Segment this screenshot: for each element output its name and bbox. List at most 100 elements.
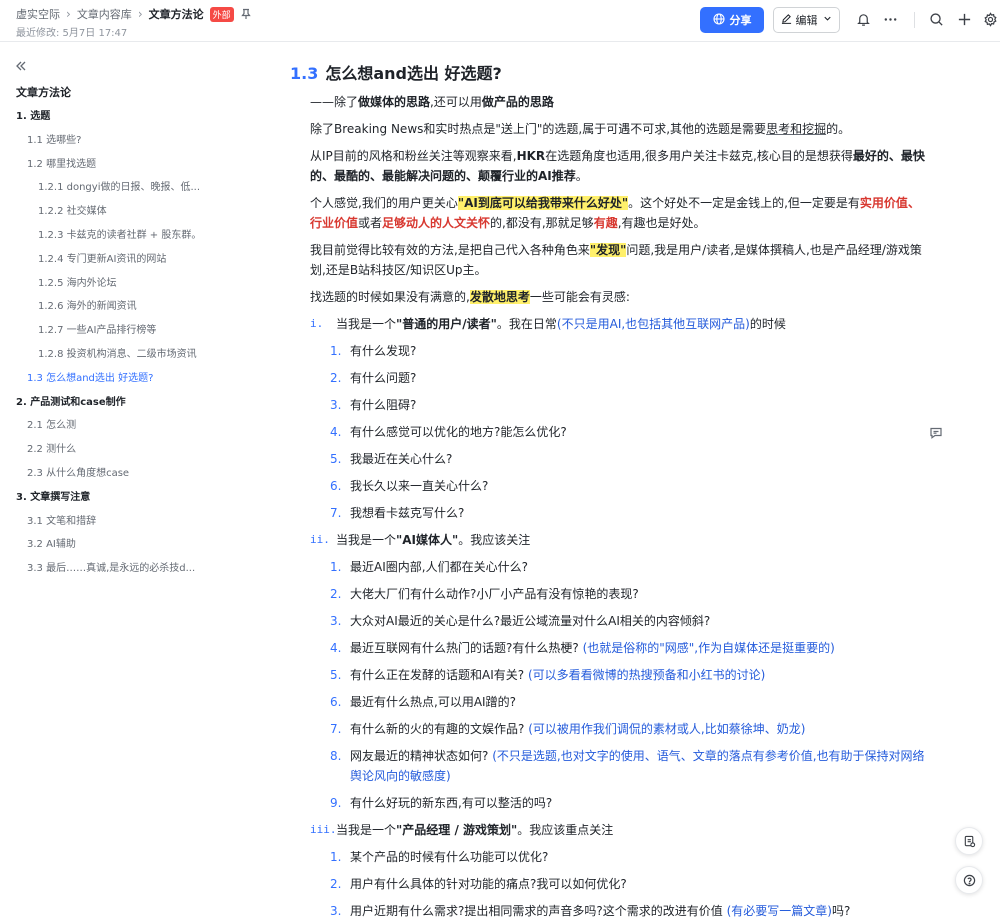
list-number: 9. — [330, 796, 342, 810]
list-number: 2. — [330, 877, 342, 891]
text: 我想看卡兹克写什么? — [350, 506, 465, 520]
toc-title[interactable]: 文章方法论 — [16, 84, 71, 100]
bell-icon[interactable] — [854, 10, 872, 28]
toc-item[interactable]: 1.2.5 海内外论坛 — [0, 272, 240, 296]
roman-list-item: iii. 当我是一个"产品经理 / 游戏策划"。我应该重点关注 — [310, 820, 930, 840]
toc-item[interactable]: 1.1 选哪些? — [0, 129, 240, 153]
toc-item[interactable]: 1.3 怎么想and选出 好选题? — [0, 367, 240, 391]
text: 从IP目前的风格和粉丝关注等观察来看, — [310, 149, 517, 163]
list-item: 2. 用户有什么具体的针对功能的痛点?我可以如何优化? — [330, 874, 930, 894]
numbered-list: 1. 某个产品的时候有什么功能可以优化? 2. 用户有什么具体的针对功能的痛点?我可… — [330, 847, 930, 921]
list-text: 大众对AI最近的关心是什么?最近公域流量对什么AI相关的内容倾斜? — [350, 611, 710, 631]
list-text: 最近互联网有什么热门的话题?有什么热梗? (也就是俗称的"网感",作为自媒体还是… — [350, 638, 835, 658]
list-item: 2. 大佬大厂们有什么动作?小厂小产品有没有惊艳的表现? — [330, 584, 930, 604]
list-text: 大佬大厂们有什么动作?小厂小产品有没有惊艳的表现? — [350, 584, 639, 604]
search-icon[interactable] — [927, 10, 945, 28]
text: 有什么正在发酵的话题和AI有关? — [350, 668, 525, 682]
list-number: 5. — [330, 452, 342, 466]
toc-item[interactable]: 1.2.7 一些AI产品排行榜等 — [0, 319, 240, 343]
text: 个人感觉,我们的用户更关心 — [310, 196, 458, 210]
toc-item[interactable]: 3.2 AI辅助 — [0, 533, 240, 557]
toc-item[interactable]: 1. 选题 — [0, 105, 240, 129]
toc-list: 1. 选题 1.1 选哪些? 1.2 哪里找选题 1.2.1 dongyi做的日报、晚… — [0, 105, 240, 581]
note-text: (也就是俗称的"网感",作为自媒体还是挺重要的) — [582, 641, 835, 655]
list-item: 5. 有什么正在发酵的话题和AI有关? (可以多看看微博的热搜预备和小红书的讨论) — [330, 665, 930, 685]
list-number: 2. — [330, 371, 342, 385]
plus-icon[interactable] — [955, 10, 973, 28]
text: 。这个好处不一定是金钱上的,但一定要是有 — [628, 196, 860, 210]
help-icon[interactable] — [955, 866, 983, 894]
text: ——除了 — [310, 95, 359, 109]
red-text: 足够动人的人文关怀 — [382, 216, 491, 230]
pencil-icon — [781, 13, 792, 27]
list-item: 7. 有什么新的火的有趣的文娱作品? (可以被用作我们调侃的素材或人,比如蔡徐坤、… — [330, 719, 930, 739]
comment-icon[interactable] — [929, 426, 943, 440]
text: 有什么发现? — [350, 344, 417, 358]
toc-item[interactable]: 1.2.1 dongyi做的日报、晚报、低... — [0, 176, 240, 200]
more-icon[interactable] — [881, 10, 899, 28]
pin-icon[interactable] — [240, 8, 252, 20]
chevron-right-icon: › — [137, 7, 143, 21]
toc-item[interactable]: 2.2 测什么 — [0, 438, 240, 462]
note-text: (可以多看看微博的热搜预备和小红书的讨论) — [527, 668, 766, 682]
toc-item[interactable]: 2.1 怎么测 — [0, 414, 240, 438]
toc-item[interactable]: 3.3 最后……真诚,是永远的必杀技d... — [0, 557, 240, 581]
list-number: 7. — [330, 506, 342, 520]
text: 一些可能会有灵感: — [529, 290, 630, 304]
list-item: 9. 有什么好玩的新东西,有可以整活的吗? — [330, 793, 930, 813]
highlighted-text: 发散地思考 — [469, 290, 530, 304]
text: 找选题的时候如果没有满意的, — [310, 290, 470, 304]
breadcrumb-item[interactable]: 文章内容库 — [77, 6, 132, 22]
chevron-right-icon: › — [66, 7, 71, 21]
toc-item[interactable]: 1.2.4 专门更新AI资讯的网站 — [0, 248, 240, 272]
bold-text: 做媒体的思路 — [358, 95, 431, 109]
toc-item[interactable]: 2.3 从什么角度想case — [0, 462, 240, 486]
breadcrumb-current[interactable]: 文章方法论 — [149, 6, 204, 22]
toc-item[interactable]: 2. 产品测试和case制作 — [0, 391, 240, 415]
toc-item[interactable]: 3. 文章撰写注意 — [0, 486, 240, 510]
text: 在选题角度也适用,很多用户关注卡兹克,核心目的是想获得 — [545, 149, 853, 163]
gear-icon[interactable] — [981, 10, 999, 28]
edit-label: 编辑 — [795, 14, 818, 27]
list-number: 1. — [330, 560, 342, 574]
toc-item[interactable]: 3.1 文笔和措辞 — [0, 510, 240, 534]
top-header: 虚实空际 › 文章内容库 › 文章方法论 外部 最近修改: 5月7日 17:47… — [0, 0, 1000, 42]
edit-button[interactable]: 编辑 — [773, 7, 840, 33]
heading-text: 怎么想and选出 好选题? — [325, 64, 502, 83]
list-text: 我长久以来一直关心什么? — [350, 476, 488, 496]
list-number: 6. — [330, 479, 342, 493]
text: 当我是一个 — [336, 317, 397, 331]
list-item: 7. 我想看卡兹克写什么? — [330, 503, 930, 523]
text: 有什么阻碍? — [350, 398, 417, 412]
section-intro: 当我是一个"产品经理 / 游戏策划"。我应该重点关注 — [336, 820, 613, 840]
roman-list-item: ii. 当我是一个"AI媒体人"。我应该关注 — [310, 530, 930, 550]
list-text: 有什么感觉可以优化的地方?能怎么优化? — [350, 422, 567, 442]
toc-item[interactable]: 1.2.2 社交媒体 — [0, 200, 240, 224]
text: 。我应该重点关注 — [517, 823, 614, 837]
list-text: 最近AI圈内部,人们都在关心什么? — [350, 557, 528, 577]
note-text: (有必要写一篇文章) — [726, 904, 832, 918]
list-number: 2. — [330, 587, 342, 601]
toc-item[interactable]: 1.2 哪里找选题 — [0, 153, 240, 177]
highlighted-text: "AI到底可以给我带来什么好处" — [457, 196, 629, 210]
text: 最近有什么热点,可以用AI蹭的? — [350, 695, 516, 709]
list-text: 某个产品的时候有什么功能可以优化? — [350, 847, 548, 867]
collapse-icon[interactable] — [14, 59, 30, 75]
list-text: 有什么发现? — [350, 341, 416, 361]
list-text: 我想看卡兹克写什么? — [350, 503, 464, 523]
paragraph-1: 除了Breaking News和实时热点是"送上门"的选题,属于可遇不可求,其他… — [310, 119, 930, 139]
list-item: 2. 有什么问题? — [330, 368, 930, 388]
toc-item[interactable]: 1.2.6 海外的新闻资讯 — [0, 295, 240, 319]
text: 当我是一个 — [336, 823, 397, 837]
bold-text: HKR — [516, 149, 546, 163]
breadcrumb-item[interactable]: 虚实空际 — [16, 6, 60, 22]
role-name: "AI媒体人" — [396, 533, 459, 547]
toc-item[interactable]: 1.2.8 投资机构消息、二级市场资讯 — [0, 343, 240, 367]
paragraph-2: 从IP目前的风格和粉丝关注等观察来看,HKR在选题角度也适用,很多用户关注卡兹克… — [310, 146, 930, 186]
text: 大佬大厂们有什么动作?小厂小产品有没有惊艳的表现? — [350, 587, 639, 601]
share-button[interactable]: 分享 — [700, 7, 764, 33]
toc-item[interactable]: 1.2.3 卡兹克的读者社群 + 股东群。 — [0, 224, 240, 248]
divider — [914, 12, 915, 28]
doc-icon[interactable] — [955, 827, 983, 855]
share-label: 分享 — [729, 14, 752, 27]
